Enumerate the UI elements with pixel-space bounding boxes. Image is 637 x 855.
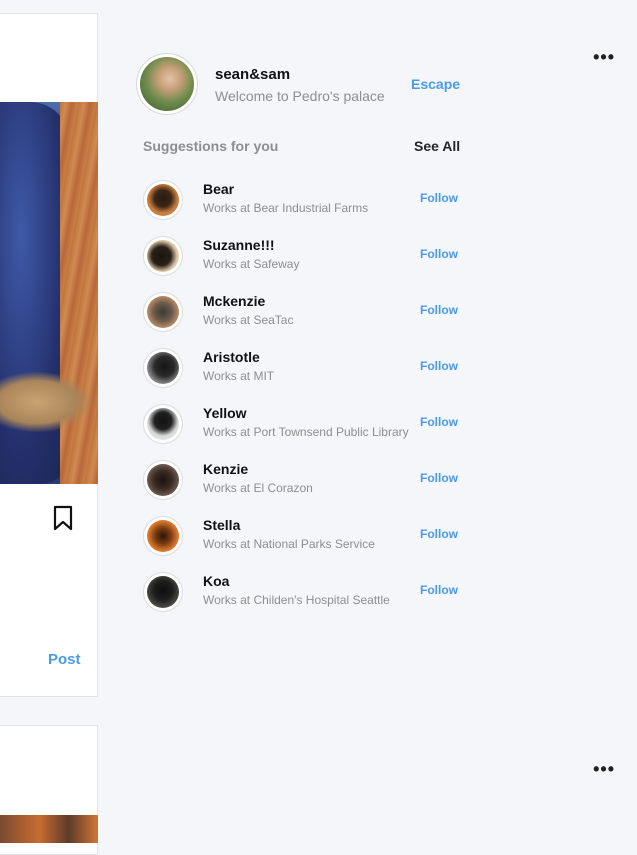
suggestion-name[interactable]: Aristotle	[203, 349, 260, 365]
post-comment-button[interactable]: Post	[48, 651, 81, 668]
profile-avatar[interactable]	[136, 53, 198, 115]
follow-button[interactable]: Follow	[420, 583, 458, 597]
avatar[interactable]	[143, 292, 183, 332]
see-all-button[interactable]: See All	[414, 138, 460, 154]
bookmark-icon[interactable]	[53, 505, 73, 531]
more-options-icon[interactable]: •••	[593, 760, 615, 778]
suggestion-item: Bear Works at Bear Industrial Farms Foll…	[143, 180, 463, 220]
suggestion-subtitle: Works at National Parks Service	[203, 537, 375, 551]
suggestion-item: Stella Works at National Parks Service F…	[143, 516, 463, 556]
profile-tagline: Welcome to Pedro's palace	[215, 88, 385, 104]
avatar[interactable]	[143, 516, 183, 556]
suggestion-item: Yellow Works at Port Townsend Public Lib…	[143, 404, 463, 444]
suggestion-name[interactable]: Suzanne!!!	[203, 237, 275, 253]
suggestion-item: Koa Works at Childen's Hospital Seattle …	[143, 572, 463, 612]
suggestion-name[interactable]: Stella	[203, 517, 240, 533]
suggestion-subtitle: Works at El Corazon	[203, 481, 313, 495]
suggestion-name[interactable]: Koa	[203, 573, 229, 589]
suggestion-subtitle: Works at Bear Industrial Farms	[203, 201, 369, 215]
suggestion-name[interactable]: Yellow	[203, 405, 247, 421]
follow-button[interactable]: Follow	[420, 527, 458, 541]
more-options-icon[interactable]: •••	[593, 48, 615, 66]
suggestion-subtitle: Works at Port Townsend Public Library	[203, 425, 409, 439]
suggestion-subtitle: Works at SeaTac	[203, 313, 294, 327]
suggestions-title: Suggestions for you	[143, 138, 279, 154]
escape-button[interactable]: Escape	[411, 76, 460, 92]
follow-button[interactable]: Follow	[420, 471, 458, 485]
suggestion-subtitle: Works at Safeway	[203, 257, 300, 271]
suggestion-item: Kenzie Works at El Corazon Follow	[143, 460, 463, 500]
suggestion-subtitle: Works at Childen's Hospital Seattle	[203, 593, 390, 607]
avatar[interactable]	[143, 460, 183, 500]
post-photo	[0, 102, 98, 484]
suggestion-name[interactable]: Mckenzie	[203, 293, 265, 309]
suggestion-subtitle: Works at MIT	[203, 369, 275, 383]
avatar[interactable]	[143, 348, 183, 388]
suggestion-name[interactable]: Kenzie	[203, 461, 248, 477]
profile-username[interactable]: sean&sam	[215, 66, 290, 83]
follow-button[interactable]: Follow	[420, 303, 458, 317]
post-photo	[0, 815, 98, 843]
avatar[interactable]	[143, 236, 183, 276]
follow-button[interactable]: Follow	[420, 415, 458, 429]
suggestion-name[interactable]: Bear	[203, 181, 234, 197]
suggestion-item: Mckenzie Works at SeaTac Follow	[143, 292, 463, 332]
suggestion-item: Suzanne!!! Works at Safeway Follow	[143, 236, 463, 276]
follow-button[interactable]: Follow	[420, 359, 458, 373]
avatar[interactable]	[143, 572, 183, 612]
avatar[interactable]	[143, 180, 183, 220]
avatar[interactable]	[143, 404, 183, 444]
follow-button[interactable]: Follow	[420, 191, 458, 205]
suggestion-item: Aristotle Works at MIT Follow	[143, 348, 463, 388]
follow-button[interactable]: Follow	[420, 247, 458, 261]
